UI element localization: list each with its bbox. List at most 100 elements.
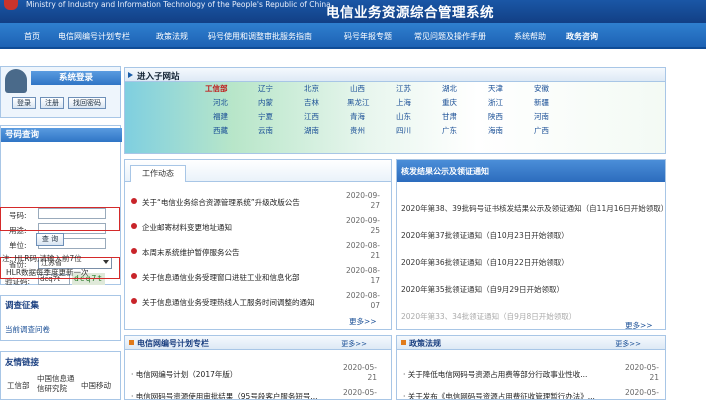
policy-date: 2020-05-21 (624, 363, 659, 382)
news-row[interactable]: 关于信息通信业务受理热线人工服务时间调整的通知 2020-08- 07 (128, 291, 388, 317)
notice-row[interactable]: 2020年第35批领证通知（自9月29日开始领取） (401, 284, 665, 295)
prov-miit[interactable]: 工信部 (205, 83, 228, 94)
nav-home[interactable]: 首页 (24, 31, 40, 42)
prov-item[interactable]: 广东 (442, 125, 457, 136)
nav-annual-report[interactable]: 码号年报专题 (344, 31, 392, 42)
subsites-title: 进入子网站 (137, 72, 180, 82)
square-bullet-icon (401, 340, 406, 345)
prov-item[interactable]: 宁夏 (258, 111, 273, 122)
bullet-icon (131, 223, 137, 229)
news-row[interactable]: 企业邮寄材料变更地址通知 2020-09- 25 (128, 216, 388, 242)
news-title[interactable]: 企业邮寄材料变更地址通知 (142, 222, 342, 233)
policy-more-link[interactable]: 更多>> (615, 339, 641, 349)
prov-item[interactable]: 海南 (488, 125, 503, 136)
news-date: 2020-09- 27 (345, 191, 380, 210)
prov-item[interactable]: 河南 (534, 111, 549, 122)
nav-consultation[interactable]: 政务咨询 (566, 31, 598, 42)
tab-work-news[interactable]: 工作动态 (130, 165, 186, 182)
subsites-panel: 进入子网站 工信部 辽宁 北京 山西 江苏 湖北 天津 安徽 河北 内蒙 吉林 … (124, 67, 666, 154)
hlr-note: 注: HLR码,请输入前7位 (2, 254, 82, 263)
notice-row[interactable]: 2020年第38、39批码号证书核发结果公示及领证通知（自11月16日开始领取） (401, 203, 665, 214)
link-caict[interactable]: 中国信息通信研究院 (37, 374, 77, 394)
prov-item[interactable]: 江苏 (396, 83, 411, 94)
certificate-notice-header: 核发结果公示及领证通知 (397, 160, 665, 182)
news-row[interactable]: 关于“电信业务综合资源管理系统”升级改版公告 2020-09- 27 (128, 191, 388, 217)
prov-item[interactable]: 浙江 (488, 97, 503, 108)
plan-date: 2020-05-21 (342, 363, 377, 382)
link-miit[interactable]: 工信部 (7, 380, 30, 391)
prov-item[interactable]: 福建 (213, 111, 228, 122)
prov-item[interactable]: 湖南 (304, 125, 319, 136)
friend-links-panel: 友情链接 工信部 中国信息通信研究院 中国移动 (0, 351, 121, 400)
prov-item[interactable]: 安徽 (534, 83, 549, 94)
survey-link[interactable]: 当前调查问卷 (5, 324, 50, 335)
nav-policies[interactable]: 政策法规 (156, 31, 188, 42)
prov-item[interactable]: 西藏 (213, 125, 228, 136)
policy-date: 2020-05-21 (624, 388, 659, 399)
bullet-icon (131, 248, 137, 254)
news-date: 2020-09- 25 (345, 216, 380, 235)
survey-title: 调查征集 (5, 301, 40, 311)
survey-panel: 调查征集 当前调查问卷 (0, 295, 121, 341)
news-title[interactable]: 关于“电信业务综合资源管理系统”升级改版公告 (142, 197, 342, 208)
nav-numbering-plan[interactable]: 电信网编号计划专栏 (58, 31, 130, 42)
recover-password-button[interactable]: 找回密码 (68, 97, 106, 109)
nav-service-guide[interactable]: 码号使用和调整审批服务指南 (208, 31, 312, 42)
notice-row[interactable]: 2020年第36批领证通知（自10月22日开始领取） (401, 257, 665, 268)
query-title: 号码查询 (1, 128, 122, 142)
nav-faq-manual[interactable]: 常见问题及操作手册 (414, 31, 486, 42)
prov-item[interactable]: 湖北 (442, 83, 457, 94)
prov-item[interactable]: 新疆 (534, 97, 549, 108)
numbering-plan-title: 电信网编号计划专栏 (137, 339, 209, 348)
prov-item[interactable]: 江西 (304, 111, 319, 122)
prov-item[interactable]: 辽宁 (258, 83, 273, 94)
prov-item[interactable]: 内蒙 (258, 97, 273, 108)
policy-title: 政策法规 (409, 339, 441, 348)
prov-item[interactable]: 河北 (213, 97, 228, 108)
prov-item[interactable]: 吉林 (304, 97, 319, 108)
bullet-icon (131, 298, 137, 304)
news-title[interactable]: 关于信息通信业务受理热线人工服务时间调整的通知 (142, 297, 342, 308)
prov-item[interactable]: 四川 (396, 125, 411, 136)
plan-date: 2020-05-21 (342, 388, 377, 399)
bullet-icon (131, 198, 137, 204)
number-highlight-box (0, 207, 120, 231)
news-date: 2020-08- 21 (345, 241, 380, 260)
prov-item[interactable]: 山东 (396, 111, 411, 122)
notice-more-link[interactable]: 更多>> (625, 320, 653, 329)
numbering-plan-more-link[interactable]: 更多>> (341, 339, 367, 349)
news-row[interactable]: 本周末系统维护暂停服务公告 2020-08- 21 (128, 241, 388, 267)
prov-item[interactable]: 天津 (488, 83, 503, 94)
prov-item[interactable]: 广西 (534, 125, 549, 136)
bullet-icon (131, 273, 137, 279)
register-button[interactable]: 注册 (40, 97, 64, 109)
news-title[interactable]: 关于信息通信业务受理窗口进驻工业和信息化部 (142, 272, 342, 283)
system-title: 电信业务资源综合管理系统 (326, 5, 494, 21)
prov-item[interactable]: 甘肃 (442, 111, 457, 122)
prov-item[interactable]: 青海 (350, 111, 365, 122)
prov-item[interactable]: 贵州 (350, 125, 365, 136)
nav-system-help[interactable]: 系统帮助 (514, 31, 546, 42)
login-button[interactable]: 登录 (12, 97, 36, 109)
work-more-link[interactable]: 更多>> (349, 316, 377, 327)
prov-item[interactable]: 陕西 (488, 111, 503, 122)
prov-item[interactable]: 云南 (258, 125, 273, 136)
certificate-notice-title: 核发结果公示及领证通知 (401, 167, 489, 176)
news-title[interactable]: 本周末系统维护暂停服务公告 (142, 247, 342, 258)
numbering-plan-panel: 电信网编号计划专栏 更多>> · 电信网编号计划（2017年版） 2020-05… (124, 335, 392, 400)
policy-panel: 政策法规 更多>> · 关于降低电信网码号资源占用费等部分行政事业性收... 2… (396, 335, 666, 400)
plan-item[interactable]: · 电信网码号资源使用审批结果（95号段客户服务短号... (131, 391, 331, 399)
query-button[interactable]: 查 询 (36, 233, 64, 246)
prov-item[interactable]: 山西 (350, 83, 365, 94)
prov-item[interactable]: 黑龙江 (347, 97, 370, 108)
prov-item[interactable]: 重庆 (442, 97, 457, 108)
policy-item[interactable]: · 关于发布《电信网码号资源占用费征收管理暂行办法》... (403, 391, 603, 399)
news-row[interactable]: 关于信息通信业务受理窗口进驻工业和信息化部 2020-08- 17 (128, 266, 388, 292)
prov-item[interactable]: 北京 (304, 83, 319, 94)
news-date: 2020-08- 17 (345, 266, 380, 285)
notice-row[interactable]: 2020年第37批领证通知（自10月23日开始领取） (401, 230, 665, 241)
link-china-mobile[interactable]: 中国移动 (81, 380, 111, 391)
prov-item[interactable]: 上海 (396, 97, 411, 108)
plan-item[interactable]: · 电信网编号计划（2017年版） (131, 369, 237, 380)
policy-item[interactable]: · 关于降低电信网码号资源占用费等部分行政事业性收... (403, 369, 603, 380)
